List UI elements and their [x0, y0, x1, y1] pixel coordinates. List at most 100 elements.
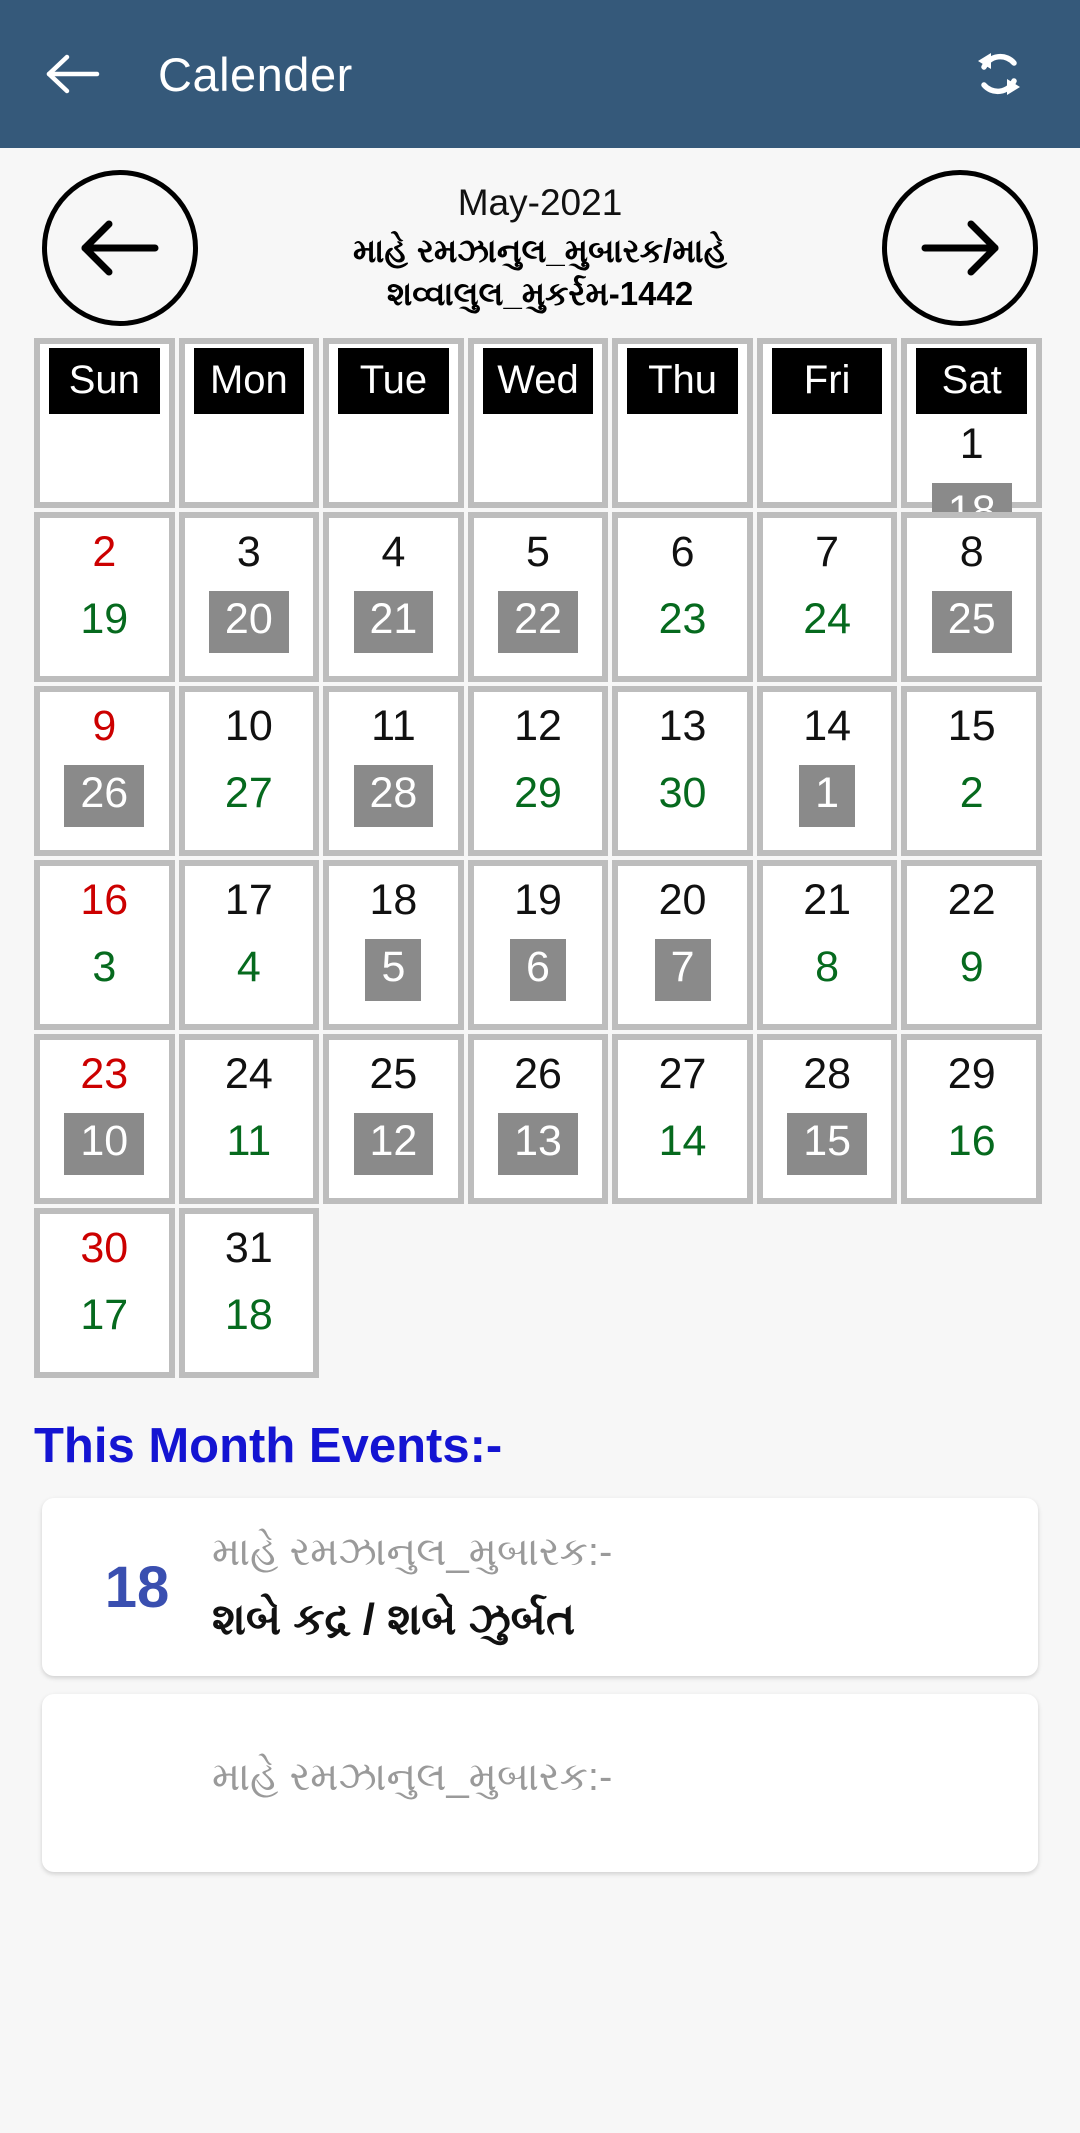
- hijri-date: 27: [224, 769, 273, 818]
- calendar-cell[interactable]: 10 27: [178, 686, 320, 856]
- gregorian-date: 14: [803, 702, 852, 750]
- arrow-right-icon: [921, 220, 999, 276]
- hijri-date: 2: [959, 769, 984, 818]
- month-label: May-2021 માહે રમઝાનુલ_મુબારક/માહે શવ્વાલ…: [198, 180, 882, 316]
- calendar-cell[interactable]: 27 14: [612, 1034, 753, 1204]
- event-day-number: 18: [104, 1554, 170, 1620]
- calendar-cell[interactable]: 24 11: [178, 1034, 320, 1204]
- arrow-left-icon: [81, 220, 159, 276]
- calendar-cell[interactable]: 12 29: [467, 686, 609, 856]
- calendar-cell: [901, 1208, 1042, 1378]
- calendar-cell[interactable]: 16 3: [34, 860, 175, 1030]
- gregorian-date: 29: [947, 1050, 996, 1098]
- calendar-cell: [323, 1208, 464, 1378]
- calendar-cell: Sun: [34, 338, 175, 508]
- gregorian-date: 22: [947, 876, 996, 924]
- events-heading: This Month Events:-: [34, 1419, 503, 1473]
- calendar-cell[interactable]: 9 26: [34, 686, 175, 856]
- calendar-cell[interactable]: 28 15: [756, 1034, 898, 1204]
- calendar-cell[interactable]: 23 10: [34, 1034, 175, 1204]
- gregorian-date: 10: [224, 702, 273, 750]
- calendar-cell[interactable]: Sat118: [901, 338, 1042, 545]
- hijri-date: 11: [226, 1117, 272, 1166]
- calendar-cell[interactable]: 18 5: [323, 860, 464, 1030]
- gregorian-date: 21: [803, 876, 852, 924]
- calendar-cell[interactable]: 31 18: [178, 1208, 320, 1378]
- hijri-date: 14: [658, 1117, 707, 1166]
- hijri-date: 26: [64, 765, 145, 827]
- event-subtitle: માહે રમઝાનુલ_મુબારક:-: [212, 1755, 613, 1799]
- hijri-date: 6: [510, 939, 566, 1001]
- arrow-left-icon: [46, 54, 100, 94]
- calendar-cell[interactable]: 2 19: [34, 512, 175, 682]
- calendar-cell: [612, 1208, 753, 1378]
- hijri-date: 30: [658, 769, 707, 818]
- calendar-cell[interactable]: 20 7: [612, 860, 753, 1030]
- gregorian-date: 4: [381, 528, 406, 576]
- next-month-button[interactable]: [882, 170, 1038, 326]
- event-body: માહે રમઝાનુલ_મુબારક:-: [212, 1750, 1018, 1816]
- calendar-cell[interactable]: 30 17: [34, 1208, 175, 1378]
- calendar-cell: Tue: [323, 338, 464, 508]
- event-body: માહે રમઝાનુલ_મુબારક:- શબે કદ્ર / શબે ઝુર્…: [212, 1525, 1018, 1648]
- gregorian-date: 16: [80, 876, 129, 924]
- event-card[interactable]: 18 માહે રમઝાનુલ_મુબારક:- શબે કદ્ર / શબે ઝુ…: [42, 1498, 1038, 1676]
- calendar-cell[interactable]: 3 20: [178, 512, 320, 682]
- back-button[interactable]: [36, 37, 110, 111]
- calendar-cell[interactable]: 22 9: [901, 860, 1042, 1030]
- hijri-date: 23: [658, 595, 707, 644]
- weekday-header-tue: Tue: [338, 348, 449, 414]
- calendar-cell[interactable]: 6 23: [612, 512, 753, 682]
- hijri-date: 22: [498, 591, 578, 653]
- calendar-cell: [468, 1208, 609, 1378]
- refresh-sync-icon: [978, 53, 1020, 95]
- gregorian-date: 1: [959, 420, 984, 468]
- event-subtitle: માહે રમઝાનુલ_મુબારક:-: [212, 1530, 613, 1575]
- event-card[interactable]: માહે રમઝાનુલ_મુબારક:-: [42, 1694, 1038, 1872]
- calendar-cell: Thu: [612, 338, 753, 508]
- weekday-header-wed: Wed: [482, 348, 594, 414]
- hijri-date: 25: [931, 591, 1012, 653]
- page-title: Calender: [158, 47, 353, 101]
- hijri-date: 4: [236, 943, 261, 992]
- calendar-cell: Fri: [756, 338, 898, 508]
- calendar-cell[interactable]: 4 21: [323, 512, 464, 682]
- weekday-header-thu: Thu: [627, 348, 738, 414]
- calendar-cell[interactable]: 29 16: [901, 1034, 1042, 1204]
- weekday-header-sun: Sun: [49, 348, 160, 414]
- weekday-header-fri: Fri: [771, 348, 883, 414]
- calendar-cell[interactable]: 5 22: [467, 512, 609, 682]
- calendar-cell: Mon: [178, 338, 320, 508]
- hijri-date: 7: [654, 939, 711, 1001]
- hijri-date: 24: [803, 595, 852, 644]
- previous-month-button[interactable]: [42, 170, 198, 326]
- weekday-header-sat: Sat: [916, 348, 1027, 414]
- calendar-cell[interactable]: 19 6: [467, 860, 609, 1030]
- hijri-date: 17: [80, 1291, 129, 1340]
- calendar-cell[interactable]: 17 4: [178, 860, 320, 1030]
- hijri-date: 18: [224, 1291, 273, 1340]
- hijri-date: 16: [947, 1117, 996, 1166]
- gregorian-date: 8: [959, 528, 984, 576]
- hijri-date: 19: [80, 595, 129, 644]
- calendar-cell[interactable]: 14 1: [756, 686, 898, 856]
- hijri-date: 3: [92, 943, 117, 992]
- gregorian-date: 2: [92, 528, 117, 576]
- calendar-cell[interactable]: 7 24: [756, 512, 898, 682]
- hijri-date: 5: [365, 939, 422, 1001]
- hijri-date: 15: [787, 1113, 868, 1175]
- event-name: શબે કદ્ર / શબે ઝુર્બત: [212, 1595, 576, 1645]
- gregorian-date: 17: [224, 876, 273, 924]
- hijri-date: 21: [353, 591, 434, 653]
- calendar-cell[interactable]: 25 12: [323, 1034, 464, 1204]
- calendar-cell[interactable]: 11 28: [323, 686, 464, 856]
- gregorian-date: 19: [514, 876, 562, 924]
- calendar-cell[interactable]: 13 30: [612, 686, 753, 856]
- calendar-cell[interactable]: 21 8: [756, 860, 898, 1030]
- calendar-cell[interactable]: 15 2: [901, 686, 1042, 856]
- gregorian-date: 15: [947, 702, 996, 750]
- calendar-cell[interactable]: 8 25: [901, 512, 1042, 682]
- gregorian-date: 7: [815, 528, 840, 576]
- calendar-cell[interactable]: 26 13: [467, 1034, 609, 1204]
- refresh-button[interactable]: [962, 37, 1036, 111]
